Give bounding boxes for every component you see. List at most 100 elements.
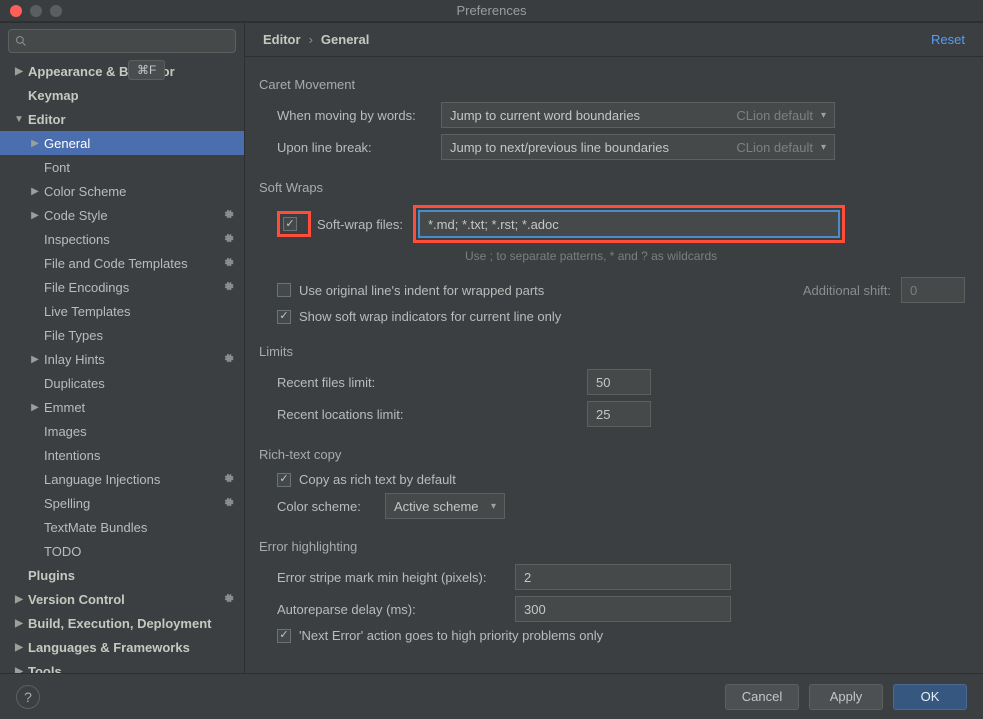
- settings-content: Caret Movement When moving by words: Jum…: [245, 57, 983, 673]
- expand-icon: ▶: [30, 402, 40, 413]
- section-error-highlighting: Error highlighting: [259, 539, 965, 554]
- sidebar-item-label: Intentions: [44, 448, 100, 463]
- label-wrap-indicators: Show soft wrap indicators for current li…: [299, 309, 561, 324]
- sidebar-item[interactable]: TextMate Bundles: [0, 515, 244, 539]
- chevron-down-icon: ▾: [491, 501, 496, 512]
- sidebar-item-label: Inlay Hints: [44, 352, 105, 367]
- sidebar-item[interactable]: ▶Emmet: [0, 395, 244, 419]
- sidebar-item[interactable]: File Encodings: [0, 275, 244, 299]
- sidebar-item[interactable]: Images: [0, 419, 244, 443]
- input-recent-locations[interactable]: [587, 401, 651, 427]
- label-copy-rich-text: Copy as rich text by default: [299, 472, 456, 487]
- sidebar-item[interactable]: ▶Appearance & Behavior: [0, 59, 244, 83]
- combo-line-break[interactable]: Jump to next/previous line boundaries CL…: [441, 134, 835, 160]
- gear-icon: [222, 496, 234, 511]
- expand-icon: ▶: [14, 594, 24, 605]
- sidebar-item-label: Inspections: [44, 232, 110, 247]
- gear-icon: [222, 208, 234, 223]
- expand-icon: ▶: [14, 666, 24, 674]
- section-limits: Limits: [259, 344, 965, 359]
- combo-color-scheme[interactable]: Active scheme ▾: [385, 493, 505, 519]
- expand-icon: ▶: [30, 354, 40, 365]
- sidebar-item[interactable]: ▶Languages & Frameworks: [0, 635, 244, 659]
- label-when-moving-by-words: When moving by words:: [277, 108, 441, 123]
- gear-icon: [222, 352, 234, 367]
- sidebar-item[interactable]: ▶General: [0, 131, 244, 155]
- sidebar-item[interactable]: ▶Color Scheme: [0, 179, 244, 203]
- section-soft-wraps: Soft Wraps: [259, 180, 965, 195]
- sidebar-item[interactable]: ▼ Editor: [0, 107, 244, 131]
- sidebar-item[interactable]: File Types: [0, 323, 244, 347]
- label-autoreparse-delay: Autoreparse delay (ms):: [277, 602, 515, 617]
- sidebar-item[interactable]: ▶Tools: [0, 659, 244, 673]
- sidebar-item-label: File Types: [44, 328, 103, 343]
- breadcrumb: Editor › General Reset: [245, 23, 983, 57]
- expand-icon: ▶: [14, 618, 24, 629]
- apply-button[interactable]: Apply: [809, 684, 883, 710]
- cancel-button[interactable]: Cancel: [725, 684, 799, 710]
- gear-icon: [222, 232, 234, 247]
- sidebar-item[interactable]: Duplicates: [0, 371, 244, 395]
- sidebar-item[interactable]: Language Injections: [0, 467, 244, 491]
- sidebar-item[interactable]: TODO: [0, 539, 244, 563]
- sidebar-item[interactable]: ▶ Version Control: [0, 587, 244, 611]
- sidebar-item-label: Images: [44, 424, 87, 439]
- sidebar-item[interactable]: ▶ Inlay Hints: [0, 347, 244, 371]
- main-panel: Editor › General Reset Caret Movement Wh…: [245, 23, 983, 673]
- sidebar-item-label: File Encodings: [44, 280, 129, 295]
- crumb-general: General: [321, 32, 369, 47]
- preferences-window: Preferences ▶Appearance & BehaviorKeymap…: [0, 0, 983, 719]
- sidebar-item[interactable]: Spelling: [0, 491, 244, 515]
- label-next-error-priority: 'Next Error' action goes to high priorit…: [299, 628, 603, 643]
- expand-icon: ▶: [30, 186, 40, 197]
- sidebar-item-label: General: [44, 136, 90, 151]
- ok-button[interactable]: OK: [893, 684, 967, 710]
- sidebar-item[interactable]: File and Code Templates: [0, 251, 244, 275]
- search-icon: [15, 35, 27, 47]
- checkbox-copy-rich-text[interactable]: [277, 473, 291, 487]
- label-additional-shift: Additional shift:: [803, 283, 891, 298]
- input-stripe-height[interactable]: [515, 564, 731, 590]
- sidebar-item-label: Duplicates: [44, 376, 105, 391]
- label-color-scheme: Color scheme:: [277, 499, 373, 514]
- label-upon-line-break: Upon line break:: [277, 140, 441, 155]
- sidebar-item[interactable]: Inspections: [0, 227, 244, 251]
- sidebar-item-label: Plugins: [28, 568, 75, 583]
- checkbox-wrap-indicators[interactable]: [277, 310, 291, 324]
- input-additional-shift[interactable]: [901, 277, 965, 303]
- input-soft-wrap-patterns[interactable]: [419, 211, 839, 237]
- label-recent-locations: Recent locations limit:: [277, 407, 587, 422]
- highlight-checkbox: [277, 211, 311, 237]
- input-autoreparse-delay[interactable]: [515, 596, 731, 622]
- expand-icon: ▶: [30, 210, 40, 221]
- section-rich-text: Rich-text copy: [259, 447, 965, 462]
- expand-icon: ▼: [14, 114, 24, 125]
- reset-link[interactable]: Reset: [931, 32, 965, 47]
- help-button[interactable]: ?: [16, 685, 40, 709]
- input-recent-files[interactable]: [587, 369, 651, 395]
- checkbox-use-original-indent[interactable]: [277, 283, 291, 297]
- settings-tree[interactable]: ▶Appearance & BehaviorKeymap▼Editor▶Gene…: [0, 59, 244, 673]
- sidebar-item-label: Editor: [28, 112, 66, 127]
- checkbox-soft-wrap-files[interactable]: [283, 217, 297, 231]
- sidebar-item-label: Build, Execution, Deployment: [28, 616, 211, 631]
- search-input[interactable]: [8, 29, 236, 53]
- sidebar-item[interactable]: Intentions: [0, 443, 244, 467]
- crumb-editor[interactable]: Editor: [263, 32, 301, 47]
- combo-word-boundaries[interactable]: Jump to current word boundaries CLion de…: [441, 102, 835, 128]
- expand-icon: ▶: [14, 66, 24, 77]
- sidebar-item[interactable]: Plugins: [0, 563, 244, 587]
- sidebar-item-label: Version Control: [28, 592, 125, 607]
- sidebar-item[interactable]: ▶ Build, Execution, Deployment: [0, 611, 244, 635]
- checkbox-next-error-priority[interactable]: [277, 629, 291, 643]
- sidebar-item-label: Live Templates: [44, 304, 130, 319]
- sidebar-item[interactable]: Live Templates: [0, 299, 244, 323]
- sidebar-item[interactable]: ▶Code Style: [0, 203, 244, 227]
- sidebar-item[interactable]: Keymap: [0, 83, 244, 107]
- window-title: Preferences: [0, 3, 983, 18]
- sidebar-item[interactable]: Font: [0, 155, 244, 179]
- sidebar-item-label: Language Injections: [44, 472, 160, 487]
- sidebar-item-label: TODO: [44, 544, 81, 559]
- highlight-input: [413, 205, 845, 243]
- shortcut-tooltip: ⌘F: [128, 60, 165, 80]
